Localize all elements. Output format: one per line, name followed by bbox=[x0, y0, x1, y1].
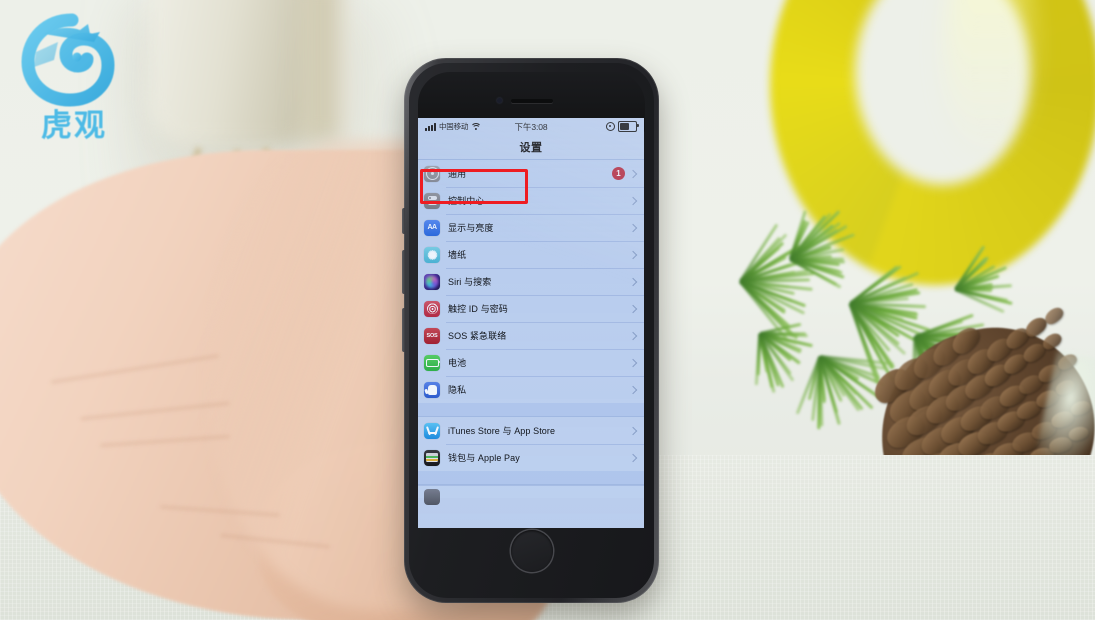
settings-row-label: 墙纸 bbox=[448, 248, 466, 261]
settings-row-battery[interactable]: 电池 bbox=[418, 349, 644, 376]
settings-row-itunes-app-store[interactable]: iTunes Store 与 App Store bbox=[418, 417, 644, 444]
settings-row-accessory bbox=[630, 252, 636, 258]
screenshot-stage: 中国移动 下午3:08 设置 通用 1 控制中心 AA 显示与亮度 墙纸 Sir… bbox=[0, 0, 1095, 620]
chevron-right-icon bbox=[629, 223, 637, 231]
chevron-right-icon bbox=[629, 331, 637, 339]
chevron-right-icon bbox=[629, 358, 637, 366]
display-brightness-icon: AA bbox=[424, 220, 440, 236]
settings-row-wallpaper[interactable]: 墙纸 bbox=[418, 241, 644, 268]
front-camera-icon bbox=[497, 98, 502, 103]
settings-row-accessory bbox=[630, 360, 636, 366]
pine-needle bbox=[755, 333, 761, 385]
chevron-right-icon bbox=[629, 453, 637, 461]
status-badge: 1 bbox=[612, 167, 625, 180]
settings-row-privacy[interactable]: 隐私 bbox=[418, 376, 644, 403]
battery-settings-icon bbox=[424, 355, 440, 371]
status-bar: 中国移动 下午3:08 bbox=[418, 118, 644, 135]
settings-row-label: 触控 ID 与密码 bbox=[448, 302, 508, 315]
settings-row-accessory bbox=[630, 428, 636, 434]
battery-icon bbox=[618, 121, 637, 133]
settings-row-label: 电池 bbox=[448, 356, 466, 369]
settings-row-siri-search[interactable]: Siri 与搜索 bbox=[418, 268, 644, 295]
settings-row-touch-id[interactable]: 触控 ID 与密码 bbox=[418, 295, 644, 322]
chevron-right-icon bbox=[629, 169, 637, 177]
settings-row-accessory: 1 bbox=[612, 167, 636, 180]
volume-up-button[interactable] bbox=[402, 250, 405, 294]
location-services-icon bbox=[606, 122, 615, 131]
settings-row-wallet-apple-pay[interactable]: 钱包与 Apple Pay bbox=[418, 444, 644, 471]
settings-row-sos[interactable]: SOS SOS 紧急联络 bbox=[418, 322, 644, 349]
settings-row-accessory bbox=[630, 306, 636, 312]
page-title: 设置 bbox=[418, 135, 644, 159]
settings-row-accessory bbox=[630, 198, 636, 204]
settings-row-label: SOS 紧急联络 bbox=[448, 329, 506, 342]
settings-row-accessory bbox=[630, 279, 636, 285]
chevron-right-icon bbox=[629, 277, 637, 285]
settings-row-display-brightness[interactable]: AA 显示与亮度 bbox=[418, 214, 644, 241]
mute-switch[interactable] bbox=[402, 208, 405, 234]
annotation-highlight-general bbox=[420, 169, 528, 204]
siri-icon bbox=[424, 274, 440, 290]
chevron-right-icon bbox=[629, 426, 637, 434]
settings-row-accessory bbox=[630, 387, 636, 393]
settings-row-accessory bbox=[630, 225, 636, 231]
settings-list[interactable]: 通用 1 控制中心 AA 显示与亮度 墙纸 Siri 与搜索 触控 ID 与密码… bbox=[418, 159, 644, 498]
settings-row-label: 隐私 bbox=[448, 383, 466, 396]
sos-icon: SOS bbox=[424, 328, 440, 344]
chevron-right-icon bbox=[629, 196, 637, 204]
settings-row-accessory bbox=[630, 333, 636, 339]
privacy-hand-icon bbox=[424, 382, 440, 398]
volume-down-button[interactable] bbox=[402, 308, 405, 352]
watermark: 虎观 bbox=[14, 12, 134, 137]
earpiece-speaker-icon bbox=[511, 99, 553, 103]
chevron-right-icon bbox=[629, 250, 637, 258]
status-bar-right bbox=[606, 121, 637, 133]
wallpaper-icon bbox=[424, 247, 440, 263]
chevron-right-icon bbox=[629, 304, 637, 312]
watermark-brand-text: 虎观 bbox=[14, 100, 134, 145]
chevron-right-icon bbox=[629, 385, 637, 393]
settings-row-label: Siri 与搜索 bbox=[448, 275, 491, 288]
partial-row-icon bbox=[424, 489, 440, 505]
touch-id-icon bbox=[424, 301, 440, 317]
settings-row-label: 钱包与 Apple Pay bbox=[448, 451, 520, 464]
home-button[interactable] bbox=[511, 530, 553, 572]
settings-row-label: 显示与亮度 bbox=[448, 221, 494, 234]
settings-group-stores: iTunes Store 与 App Store 钱包与 Apple Pay bbox=[418, 416, 644, 471]
settings-row-accessory bbox=[630, 455, 636, 461]
settings-row-partial[interactable] bbox=[418, 485, 644, 498]
settings-group-next-partial bbox=[418, 484, 644, 498]
settings-row-label: iTunes Store 与 App Store bbox=[448, 424, 555, 437]
wallet-icon bbox=[424, 450, 440, 466]
app-store-icon bbox=[424, 423, 440, 439]
tiger-circle-logo-icon bbox=[14, 12, 134, 107]
